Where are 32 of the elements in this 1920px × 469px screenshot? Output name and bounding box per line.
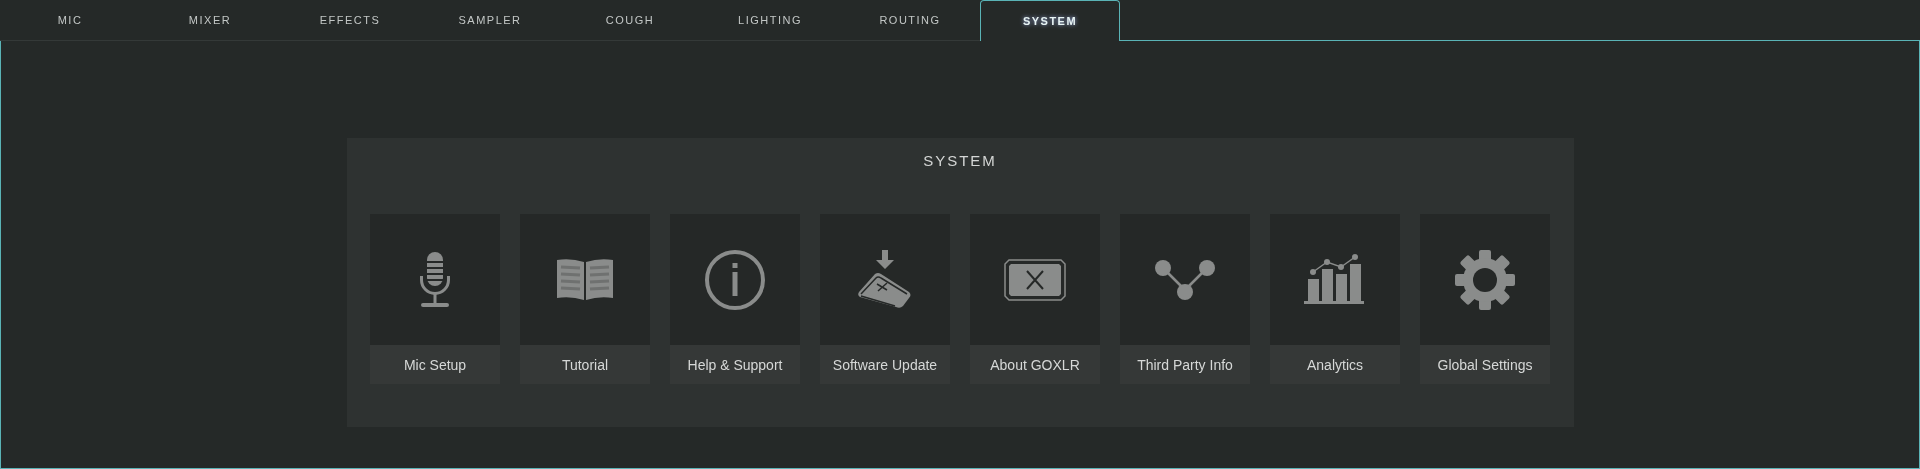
system-tile[interactable]: Global Settings	[1420, 214, 1550, 384]
tile-label: Help & Support	[670, 345, 800, 384]
tab[interactable]: MIXER	[140, 0, 280, 41]
tab[interactable]: MIC	[0, 0, 140, 41]
open-book-icon	[555, 256, 615, 303]
system-tile[interactable]: Software Update	[820, 214, 950, 384]
tab[interactable]: SYSTEM	[980, 0, 1120, 41]
network-nodes-icon	[1154, 258, 1216, 301]
system-tile[interactable]: Tutorial	[520, 214, 650, 384]
tile-label: Software Update	[820, 345, 950, 384]
panel-title: SYSTEM	[923, 151, 997, 171]
download-device-icon	[857, 249, 913, 310]
tab[interactable]: LIGHTING	[700, 0, 840, 41]
tile-label: About GOXLR	[970, 345, 1100, 384]
system-tile[interactable]: Mic Setup	[370, 214, 500, 384]
system-tile[interactable]: Third Party Info	[1120, 214, 1250, 384]
bar-chart-icon	[1304, 253, 1366, 306]
tab[interactable]: COUGH	[560, 0, 700, 41]
tab[interactable]: ROUTING	[840, 0, 980, 41]
tile-label: Third Party Info	[1120, 345, 1250, 384]
info-icon	[704, 248, 766, 311]
system-tile[interactable]: Analytics	[1270, 214, 1400, 384]
tab[interactable]: EFFECTS	[280, 0, 420, 41]
settings-icon	[1454, 248, 1516, 311]
tab[interactable]: SAMPLER	[420, 0, 560, 41]
tile-label: Mic Setup	[370, 345, 500, 384]
tile-label: Global Settings	[1420, 345, 1550, 384]
tile-label: Analytics	[1270, 345, 1400, 384]
tile-label: Tutorial	[520, 345, 650, 384]
system-tile[interactable]: Help & Support	[670, 214, 800, 384]
device-icon	[1004, 258, 1066, 301]
system-tile[interactable]: About GOXLR	[970, 214, 1100, 384]
